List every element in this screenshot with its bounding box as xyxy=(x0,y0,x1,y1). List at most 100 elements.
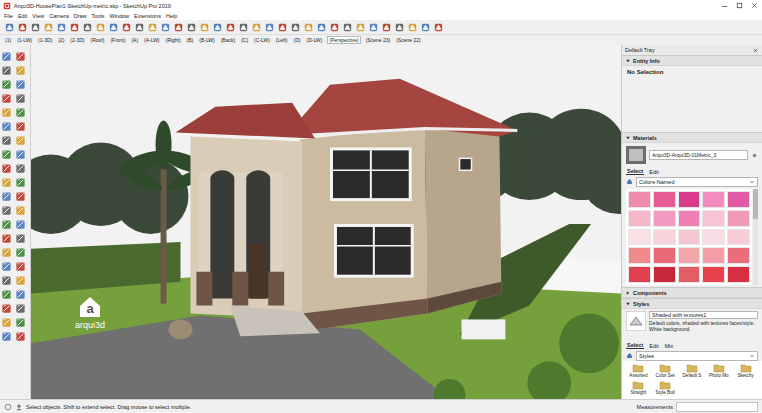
tool-icon[interactable] xyxy=(173,22,184,33)
tool-icon[interactable] xyxy=(1,93,12,104)
tool-icon[interactable] xyxy=(186,22,197,33)
maximize-icon[interactable] xyxy=(735,1,744,10)
tool-icon[interactable] xyxy=(1,233,12,244)
expand-arrow-icon[interactable] xyxy=(625,290,631,296)
scroll-thumb[interactable] xyxy=(753,189,758,219)
tool-icon[interactable] xyxy=(1,65,12,76)
color-swatch[interactable] xyxy=(653,229,676,246)
scene-tab[interactable]: (Right) xyxy=(165,37,182,43)
scene-tab[interactable]: (Left) xyxy=(275,37,289,43)
style-thumbnail[interactable]: Straight xyxy=(626,380,651,396)
color-swatch[interactable] xyxy=(653,210,676,227)
tool-icon[interactable] xyxy=(433,22,444,33)
tool-icon[interactable] xyxy=(15,247,26,258)
tool-icon[interactable] xyxy=(82,22,93,33)
close-icon[interactable] xyxy=(750,1,759,10)
tool-icon[interactable] xyxy=(15,121,26,132)
menu-item[interactable]: Extensions xyxy=(134,13,161,19)
tool-icon[interactable] xyxy=(15,275,26,286)
material-name-field[interactable]: Arqui3D-Arqui3D-01Metric_3 xyxy=(649,150,748,160)
color-swatch[interactable] xyxy=(628,210,651,227)
panel-tab[interactable]: Edit xyxy=(648,343,659,349)
home-icon[interactable] xyxy=(626,178,633,185)
scene-tab[interactable]: (1) xyxy=(4,37,12,43)
scene-tab[interactable]: (B) xyxy=(186,37,195,43)
tool-icon[interactable] xyxy=(15,79,26,90)
tool-icon[interactable] xyxy=(95,22,106,33)
tool-icon[interactable] xyxy=(329,22,340,33)
tool-icon[interactable] xyxy=(17,22,28,33)
tool-icon[interactable] xyxy=(160,22,171,33)
scene-tab[interactable]: (Roof) xyxy=(90,37,106,43)
scene-tab[interactable]: (Scene 22) xyxy=(395,37,421,43)
style-thumbnail[interactable]: Default S xyxy=(680,363,705,379)
tool-icon[interactable] xyxy=(1,177,12,188)
style-thumbnail[interactable]: Color Set xyxy=(653,363,678,379)
tool-icon[interactable] xyxy=(1,121,12,132)
tool-icon[interactable] xyxy=(15,191,26,202)
tool-icon[interactable] xyxy=(1,303,12,314)
tool-icon[interactable] xyxy=(69,22,80,33)
expand-arrow-icon[interactable] xyxy=(625,301,631,307)
materials-header[interactable]: Materials xyxy=(622,132,762,143)
color-swatch[interactable] xyxy=(628,229,651,246)
tool-icon[interactable] xyxy=(212,22,223,33)
tool-icon[interactable] xyxy=(368,22,379,33)
color-swatch[interactable] xyxy=(628,266,651,283)
measurements-field[interactable] xyxy=(676,402,758,412)
scene-tab[interactable]: (A-LW) xyxy=(143,37,160,43)
styles-dropdown[interactable]: Styles xyxy=(636,351,758,361)
tool-icon[interactable] xyxy=(121,22,132,33)
scene-tab[interactable]: (D-LW) xyxy=(305,37,323,43)
info-icon[interactable] xyxy=(4,403,12,411)
scene-tab[interactable]: (1-3D) xyxy=(37,37,53,43)
scene-tab[interactable]: (C) xyxy=(240,37,249,43)
style-thumbnail[interactable]: Assorted xyxy=(626,363,651,379)
tool-icon[interactable] xyxy=(277,22,288,33)
tool-icon[interactable] xyxy=(15,331,26,342)
tool-icon[interactable] xyxy=(15,51,26,62)
tool-icon[interactable] xyxy=(4,22,15,33)
scrollbar[interactable] xyxy=(753,189,758,285)
color-swatch[interactable] xyxy=(702,210,725,227)
color-swatch[interactable] xyxy=(678,229,701,246)
color-swatch[interactable] xyxy=(653,191,676,208)
tool-icon[interactable] xyxy=(15,205,26,216)
close-icon[interactable] xyxy=(752,47,759,54)
components-header[interactable]: Components xyxy=(622,287,762,298)
tool-icon[interactable] xyxy=(420,22,431,33)
scene-tab[interactable]: (C-LW) xyxy=(253,37,271,43)
color-swatch[interactable] xyxy=(678,247,701,264)
tool-icon[interactable] xyxy=(147,22,158,33)
tool-icon[interactable] xyxy=(290,22,301,33)
panel-tab[interactable]: Mix xyxy=(664,343,675,349)
tool-icon[interactable] xyxy=(355,22,366,33)
tool-icon[interactable] xyxy=(1,219,12,230)
tool-icon[interactable] xyxy=(264,22,275,33)
panel-tab[interactable]: Edit xyxy=(648,169,659,175)
color-swatch[interactable] xyxy=(628,247,651,264)
minimize-icon[interactable] xyxy=(720,1,729,10)
menu-item[interactable]: Draw xyxy=(74,13,87,19)
tool-icon[interactable] xyxy=(1,331,12,342)
tool-icon[interactable] xyxy=(225,22,236,33)
tool-icon[interactable] xyxy=(342,22,353,33)
tool-icon[interactable] xyxy=(30,22,41,33)
tool-icon[interactable] xyxy=(15,289,26,300)
tool-icon[interactable] xyxy=(407,22,418,33)
color-swatch[interactable] xyxy=(678,266,701,283)
tool-icon[interactable] xyxy=(303,22,314,33)
color-swatch[interactable] xyxy=(727,210,750,227)
tool-icon[interactable] xyxy=(15,93,26,104)
color-swatch[interactable] xyxy=(678,191,701,208)
tool-icon[interactable] xyxy=(15,107,26,118)
tool-icon[interactable] xyxy=(238,22,249,33)
tool-icon[interactable] xyxy=(1,149,12,160)
tool-icon[interactable] xyxy=(1,317,12,328)
scene-tab[interactable]: (2) xyxy=(57,37,65,43)
tool-icon[interactable] xyxy=(251,22,262,33)
tool-icon[interactable] xyxy=(15,149,26,160)
menu-item[interactable]: Edit xyxy=(18,13,27,19)
scene-tab[interactable]: (Back) xyxy=(220,37,236,43)
scene-tab[interactable]: (A) xyxy=(130,37,139,43)
